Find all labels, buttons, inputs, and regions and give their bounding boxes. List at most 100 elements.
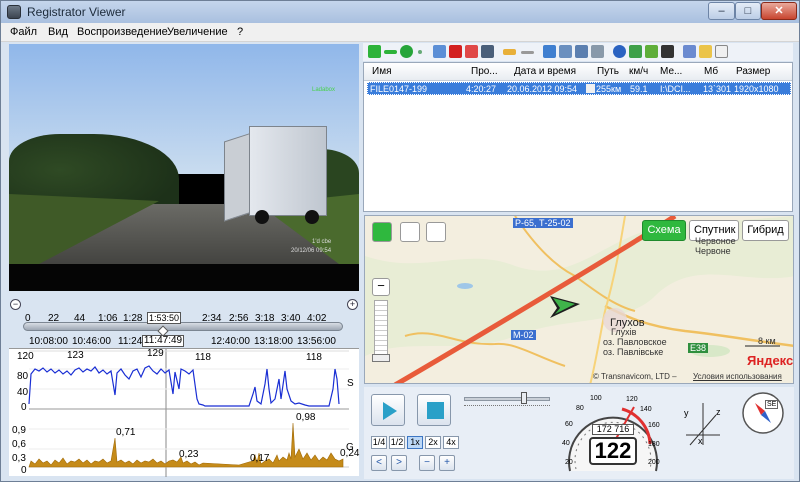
key-icon[interactable] xyxy=(503,49,516,55)
fit-icon[interactable] xyxy=(559,45,572,58)
pan-tool-icon[interactable] xyxy=(372,222,392,242)
map-zoom-slider[interactable] xyxy=(374,300,388,362)
delete-icon[interactable] xyxy=(449,45,462,58)
speed-axis-label-40: 40 xyxy=(17,387,29,398)
timeline-current-position: 1:53:50 xyxy=(147,312,181,324)
file-list-header: Имя Про... Дата и время Путь км/ч Ме... … xyxy=(364,63,792,81)
column-duration[interactable]: Про... xyxy=(471,66,498,77)
speed-quarter-button[interactable]: 1/4 xyxy=(371,436,387,449)
refresh-icon[interactable] xyxy=(400,45,413,58)
play-button[interactable] xyxy=(371,394,405,426)
map-zoom-knob[interactable] xyxy=(372,354,390,362)
layers-icon[interactable] xyxy=(575,45,588,58)
playback-controls: 1/4 1/2 1x 2x 4x < > − + 20 40 60 80 100… xyxy=(364,387,794,479)
map-place-label: Червоне xyxy=(695,246,731,256)
copy-icon[interactable] xyxy=(433,45,446,58)
column-speed[interactable]: км/ч xyxy=(629,66,648,77)
zoom-in-timeline-icon[interactable]: + xyxy=(439,455,455,471)
minimize-button[interactable]: – xyxy=(708,2,735,20)
volume-slider-knob[interactable] xyxy=(521,392,527,404)
folder-icon[interactable] xyxy=(699,45,712,58)
speed-2x-button[interactable]: 2x xyxy=(425,436,441,449)
photo-icon[interactable] xyxy=(645,45,658,58)
settings-icon[interactable] xyxy=(683,45,696,58)
yandex-logo: Яндекс xyxy=(747,353,794,368)
timeline-scrollbar[interactable] xyxy=(23,322,343,331)
maximize-button[interactable]: □ xyxy=(735,2,761,20)
g-peak-label: 0,17 xyxy=(250,453,270,464)
map-terms-link[interactable]: Условия использования xyxy=(693,372,782,381)
app-window: Registrator Viewer – □ ✕ Файл Вид Воспро… xyxy=(0,0,800,482)
attachment-icon xyxy=(586,84,595,93)
zoom-out-timeline-icon[interactable]: − xyxy=(419,455,435,471)
prev-button[interactable]: < xyxy=(371,455,387,471)
film-icon[interactable] xyxy=(661,45,674,58)
menu-zoom[interactable]: Увеличение xyxy=(167,26,228,38)
column-size[interactable]: Размер xyxy=(736,66,770,77)
axis-y-label: y xyxy=(684,408,689,418)
table-row[interactable]: FILE0147-199 4:20:27 20.06.2012 09:54 25… xyxy=(367,82,791,95)
stop-button[interactable] xyxy=(417,394,451,426)
title-bar: Registrator Viewer – □ ✕ xyxy=(1,1,799,23)
axis-x-label: x xyxy=(698,436,703,446)
map-hybrid-button[interactable]: Гибрид xyxy=(742,220,789,241)
speed-1x-button[interactable]: 1x xyxy=(407,436,423,449)
column-name[interactable]: Имя xyxy=(372,66,391,77)
map-view[interactable]: Схема Спутник Гибрид − Р-65, Т-25-02 Чер… xyxy=(364,215,794,384)
ruler-icon[interactable] xyxy=(426,222,446,242)
g-peak-label: 0,71 xyxy=(116,427,136,438)
compass-icon xyxy=(742,392,784,434)
axis-z-label: z xyxy=(716,407,721,417)
speed-4x-button[interactable]: 4x xyxy=(443,436,459,449)
odometer: 172 716 xyxy=(592,424,634,435)
speed-peak-label: 118 xyxy=(195,352,211,363)
column-datetime[interactable]: Дата и время xyxy=(514,66,576,77)
current-time-label: 11:47:49 xyxy=(142,335,184,347)
speed-half-button[interactable]: 1/2 xyxy=(389,436,405,449)
globe-icon[interactable] xyxy=(613,45,626,58)
map-scheme-button[interactable]: Схема xyxy=(642,220,686,241)
column-location[interactable]: Ме... xyxy=(660,66,682,77)
video-player[interactable]: Ladabox 1'd cbe 20/12/06 09:54 xyxy=(9,44,359,291)
document-icon[interactable] xyxy=(715,45,728,58)
g-axis-label-09: 0,9 xyxy=(12,425,26,436)
file-list: Имя Про... Дата и время Путь км/ч Ме... … xyxy=(363,62,793,212)
arrow-icon[interactable] xyxy=(521,51,534,54)
chain-icon[interactable] xyxy=(591,45,604,58)
volume-slider-track[interactable] xyxy=(464,397,550,401)
dot-icon xyxy=(418,50,422,54)
add-icon[interactable] xyxy=(368,45,381,58)
menu-help[interactable]: ? xyxy=(237,26,243,38)
zoom-area-icon[interactable] xyxy=(400,222,420,242)
zoom-in-icon[interactable]: + xyxy=(347,299,358,310)
accelerometer-axes: y z x xyxy=(676,395,730,449)
stop-icon xyxy=(427,402,444,419)
menu-view[interactable]: Вид xyxy=(48,26,68,38)
g-axis-name: G xyxy=(346,442,354,453)
timeline-zoom-row: − + xyxy=(9,299,359,311)
map-road-label: Е38 xyxy=(688,343,709,353)
column-mb[interactable]: Мб xyxy=(704,66,718,77)
close-button[interactable]: ✕ xyxy=(761,2,797,20)
map-copyright: © Transnavicom, LTD – xyxy=(593,372,677,381)
map-zoom-out-icon[interactable]: − xyxy=(372,278,390,296)
map-place-label: Червоное xyxy=(695,236,736,246)
delete-all-icon[interactable] xyxy=(465,45,478,58)
menu-file[interactable]: Файл xyxy=(10,26,37,38)
menu-playback[interactable]: Воспроизведение xyxy=(77,26,168,38)
toolbar xyxy=(363,43,793,61)
g-axis-label-0: 0 xyxy=(21,465,27,476)
telemetry-graph[interactable]: 120 80 40 0 123 129 118 118 S 0,9 0,6 0,… xyxy=(9,348,359,477)
video-osd-line1: 1'd cbe xyxy=(312,239,332,245)
speed-axis-name: S xyxy=(347,378,354,389)
zoom-out-icon[interactable]: − xyxy=(10,299,21,310)
next-button[interactable]: > xyxy=(391,455,407,471)
speed-axis-label-120: 120 xyxy=(17,351,34,362)
compass-direction: SE xyxy=(765,400,779,409)
save-icon[interactable] xyxy=(481,45,494,58)
remove-icon[interactable] xyxy=(384,50,397,54)
export-icon[interactable] xyxy=(543,45,556,58)
map-icon[interactable] xyxy=(629,45,642,58)
column-path[interactable]: Путь xyxy=(597,66,619,77)
map-road-label: Р-65, Т-25-02 xyxy=(513,218,573,228)
